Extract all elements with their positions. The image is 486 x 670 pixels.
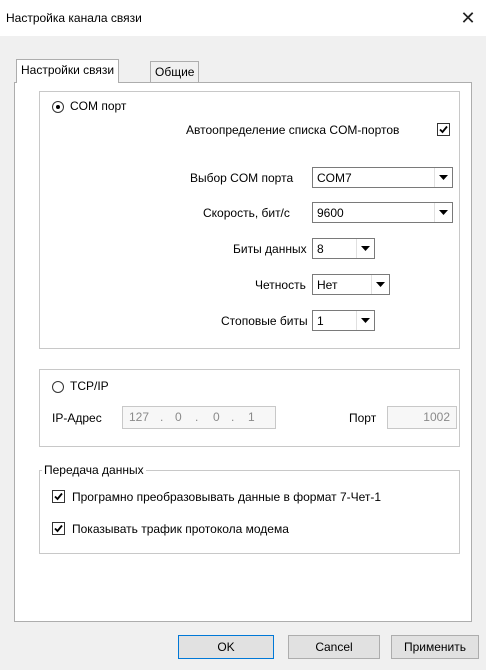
tab-panel: COM порт Автоопределение списка COM-порт… (14, 82, 472, 622)
chevron-down-icon[interactable] (434, 203, 452, 222)
ip-octet-2: 0 (175, 410, 182, 424)
port-label: Порт (349, 411, 377, 425)
port-field[interactable]: 1002 (387, 406, 457, 429)
com-port-group: COM порт Автоопределение списка COM-порт… (39, 91, 460, 349)
checkmark-icon (54, 492, 63, 501)
tcpip-radio[interactable] (52, 381, 64, 393)
ip-address-field[interactable]: 127 . 0 . 0 . 1 (122, 406, 276, 429)
databits-select-value: 8 (317, 242, 324, 256)
tcpip-group: TCP/IP IP-Адрес 127 . 0 . 0 . 1 Порт 100… (39, 369, 460, 447)
chevron-down-icon[interactable] (356, 311, 374, 330)
close-icon[interactable]: ✕ (450, 0, 486, 36)
stopbits-label: Стоповые биты (221, 314, 308, 328)
tcpip-radio-label: TCP/IP (70, 379, 109, 393)
convert-format-label: Програмно преобразовывать данные в форма… (72, 490, 382, 504)
checkmark-icon (439, 125, 448, 134)
window-title: Настройка канала связи (6, 11, 142, 25)
data-transfer-legend: Передача данных (42, 463, 146, 477)
speed-select-value: 9600 (317, 206, 344, 220)
databits-label: Биты данных (233, 242, 307, 256)
autodetect-checkbox[interactable] (437, 123, 450, 136)
autodetect-label: Автоопределение списка COM-портов (186, 123, 400, 137)
show-traffic-label: Показывать трафик протокола модема (72, 522, 289, 536)
speed-label: Скорость, бит/с (203, 206, 290, 220)
parity-label: Четность (255, 278, 306, 292)
convert-format-checkbox[interactable] (52, 490, 65, 503)
databits-select[interactable]: 8 (312, 238, 375, 259)
radio-selected-dot (56, 105, 60, 109)
com-port-radio-label: COM порт (70, 99, 127, 113)
apply-button[interactable]: Применить (391, 635, 479, 659)
parity-select[interactable]: Нет (312, 274, 390, 295)
port-select-label: Выбор COM порта (190, 171, 294, 185)
tab-connection-settings[interactable]: Настройки связи (16, 59, 120, 83)
speed-select[interactable]: 9600 (312, 202, 453, 223)
stopbits-select[interactable]: 1 (312, 310, 375, 331)
cancel-button[interactable]: Cancel (288, 635, 380, 659)
ip-octet-1: 127 (129, 410, 150, 424)
dialog-window: Настройка канала связи ✕ Настройки связи… (0, 0, 486, 670)
port-select-value: COM7 (317, 171, 352, 185)
stopbits-select-value: 1 (317, 314, 324, 328)
ip-address-label: IP-Адрес (52, 411, 102, 425)
data-transfer-group: Передача данных Програмно преобразовыват… (39, 463, 460, 554)
show-traffic-checkbox[interactable] (52, 522, 65, 535)
ip-octet-3: 0 (213, 410, 220, 424)
checkmark-icon (54, 524, 63, 533)
tab-general[interactable]: Общие (150, 61, 200, 83)
chevron-down-icon[interactable] (356, 239, 374, 258)
title-bar: Настройка канала связи ✕ (0, 0, 486, 36)
parity-select-value: Нет (317, 278, 338, 292)
chevron-down-icon[interactable] (434, 168, 452, 187)
ip-octet-4: 1 (248, 410, 255, 424)
com-port-radio[interactable] (52, 101, 64, 113)
ok-button[interactable]: OK (178, 635, 274, 659)
chevron-down-icon[interactable] (371, 275, 389, 294)
port-select[interactable]: COM7 (312, 167, 453, 188)
